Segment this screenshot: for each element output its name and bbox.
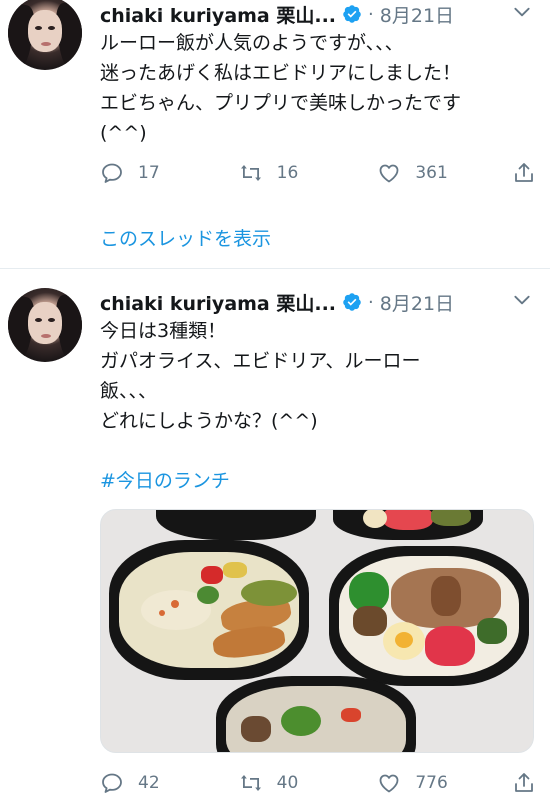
food [425, 626, 475, 666]
reply-button[interactable]: 42 [100, 771, 239, 795]
food [241, 716, 271, 742]
food [383, 510, 433, 530]
bento-bowl [156, 510, 316, 540]
share-button[interactable] [512, 161, 536, 185]
retweet-count: 16 [276, 163, 299, 183]
tweet-divider [0, 268, 550, 269]
like-icon [379, 774, 399, 793]
share-icon [515, 773, 533, 792]
reply-icon [102, 163, 122, 183]
tweet-header: chiaki kuriyama 栗山... · 8月21日 [100, 0, 540, 28]
reply-count: 17 [138, 163, 160, 183]
food [477, 618, 507, 644]
retweet-icon [240, 775, 261, 791]
reply-count: 42 [138, 773, 160, 793]
food [431, 576, 461, 616]
verified-badge-icon [343, 5, 361, 23]
tweet-date[interactable]: 8月21日 [380, 289, 454, 316]
food [197, 586, 219, 604]
show-thread-link[interactable]: このスレッドを表示 [100, 224, 271, 251]
tweet-date[interactable]: 8月21日 [380, 1, 454, 28]
food [241, 580, 297, 606]
reply-button[interactable]: 17 [100, 161, 239, 185]
retweet-button[interactable]: 40 [239, 771, 378, 795]
retweet-icon [240, 165, 261, 181]
retweet-count: 40 [276, 773, 299, 793]
tweet-text: ルーロー飯が人気のようですが、、、 迷ったあげく私はエビドリアにしました！ エビ… [100, 32, 462, 144]
like-count: 776 [415, 773, 448, 793]
tweet-actions: 17 16 361 [100, 158, 540, 188]
like-icon [379, 164, 399, 183]
food [281, 706, 321, 736]
food [341, 708, 361, 722]
food [431, 510, 471, 526]
food [201, 566, 223, 584]
food [363, 510, 387, 528]
avatar[interactable] [8, 288, 82, 362]
separator-dot: · [368, 3, 374, 25]
author-name[interactable]: chiaki kuriyama 栗山... [100, 1, 336, 28]
food [395, 632, 413, 648]
tweet-1[interactable]: chiaki kuriyama 栗山... · 8月21日 ルーロー飯が人気のよ… [0, 0, 550, 268]
reply-icon [102, 773, 122, 793]
chevron-down-icon[interactable] [512, 290, 532, 310]
hashtag-link[interactable]: #今日のランチ [100, 466, 230, 493]
food [353, 606, 387, 636]
tweet-text: 今日は3種類！ ガパオライス、エビドリア、ルーロー 飯、、、 どれにしようかな？… [100, 320, 421, 432]
chevron-down-icon[interactable] [512, 2, 532, 22]
food [223, 562, 247, 578]
food [159, 610, 165, 616]
retweet-button[interactable]: 16 [239, 161, 378, 185]
like-button[interactable]: 361 [377, 161, 512, 185]
tweet-actions: 42 40 776 [100, 768, 540, 795]
like-count: 361 [415, 163, 448, 183]
food [171, 600, 179, 608]
author-name[interactable]: chiaki kuriyama 栗山... [100, 289, 336, 316]
tweet-photo[interactable] [100, 509, 534, 753]
verified-badge-icon [343, 293, 361, 311]
share-button[interactable] [512, 771, 536, 795]
separator-dot: · [368, 291, 374, 313]
share-icon [515, 163, 533, 182]
like-button[interactable]: 776 [377, 771, 512, 795]
tweet-header: chiaki kuriyama 栗山... · 8月21日 [100, 288, 540, 316]
avatar[interactable] [8, 0, 82, 70]
